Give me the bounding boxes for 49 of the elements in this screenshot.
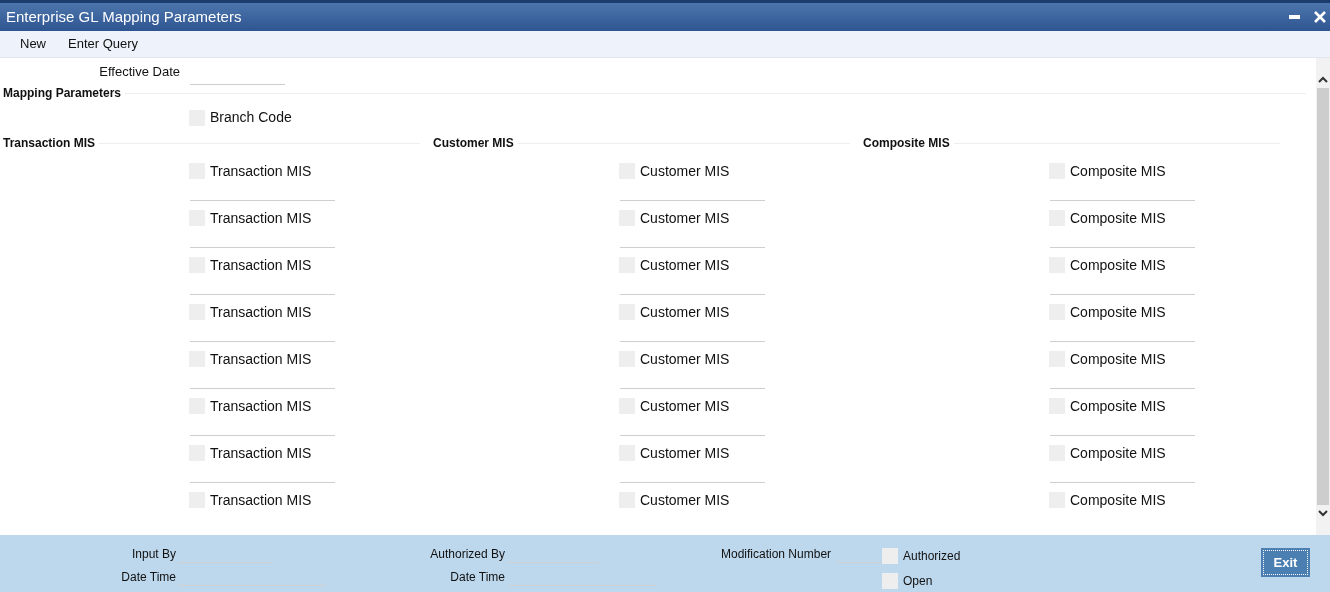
checkbox-label: Customer MIS	[640, 208, 730, 228]
checkbox-label: Composite MIS	[1070, 396, 1166, 416]
scrollbar-thumb[interactable]	[1317, 88, 1329, 505]
checkbox-label: Composite MIS	[1070, 443, 1166, 463]
checkbox-label: Transaction MIS	[210, 349, 312, 369]
field-label: Modification Number	[721, 546, 833, 563]
checkbox-label: Customer MIS	[640, 490, 730, 510]
section-heading: Transaction MIS	[2, 135, 97, 152]
toolbar-button[interactable]: New	[12, 34, 54, 54]
scrollbar[interactable]	[1316, 58, 1330, 535]
scroll-up-icon[interactable]	[1318, 76, 1328, 83]
minimize-icon[interactable]	[1289, 15, 1300, 19]
window-title: Enterprise GL Mapping Parameters	[5, 6, 242, 27]
checkbox-label: Open	[903, 573, 933, 590]
checkbox-label: Composite MIS	[1070, 302, 1166, 322]
field-label: Effective Date	[98, 63, 180, 82]
checkbox[interactable]	[882, 573, 898, 589]
section-heading: Composite MIS	[862, 135, 951, 152]
checkbox-label: Transaction MIS	[210, 396, 312, 416]
checkbox-label: Composite MIS	[1070, 208, 1166, 228]
checkbox-label: Branch Code	[210, 108, 292, 128]
field-label: Authorized By	[429, 546, 506, 563]
exit-button[interactable]: Exit	[1261, 548, 1310, 577]
checkbox-label: Customer MIS	[640, 349, 730, 369]
checkbox-label: Transaction MIS	[210, 161, 312, 181]
checkbox-label: Customer MIS	[640, 396, 730, 416]
checkbox-label: Composite MIS	[1070, 490, 1166, 510]
checkbox-label: Customer MIS	[640, 161, 730, 181]
checkbox[interactable]	[882, 548, 898, 564]
checkbox-label: Transaction MIS	[210, 443, 312, 463]
field-label: Date Time	[120, 569, 177, 586]
field-label: Input By	[130, 546, 177, 563]
checkbox-label: Customer MIS	[640, 443, 730, 463]
field-label: Date Time	[449, 569, 506, 586]
section-heading: Customer MIS	[432, 135, 515, 152]
toolbar-button[interactable]: Enter Query	[60, 34, 147, 54]
checkbox-label: Customer MIS	[640, 302, 730, 322]
checkbox-label: Transaction MIS	[210, 255, 312, 275]
scroll-down-icon[interactable]	[1318, 510, 1328, 517]
checkbox-label: Composite MIS	[1070, 161, 1166, 181]
close-icon[interactable]	[1314, 11, 1326, 23]
checkbox-label: Authorized	[903, 548, 961, 565]
checkbox-label: Transaction MIS	[210, 208, 312, 228]
checkbox-label: Composite MIS	[1070, 255, 1166, 275]
checkbox-label: Transaction MIS	[210, 490, 312, 510]
checkbox-label: Composite MIS	[1070, 349, 1166, 369]
checkbox-label: Transaction MIS	[210, 302, 312, 322]
section-heading: Mapping Parameters	[2, 85, 123, 103]
checkbox-label: Customer MIS	[640, 255, 730, 275]
